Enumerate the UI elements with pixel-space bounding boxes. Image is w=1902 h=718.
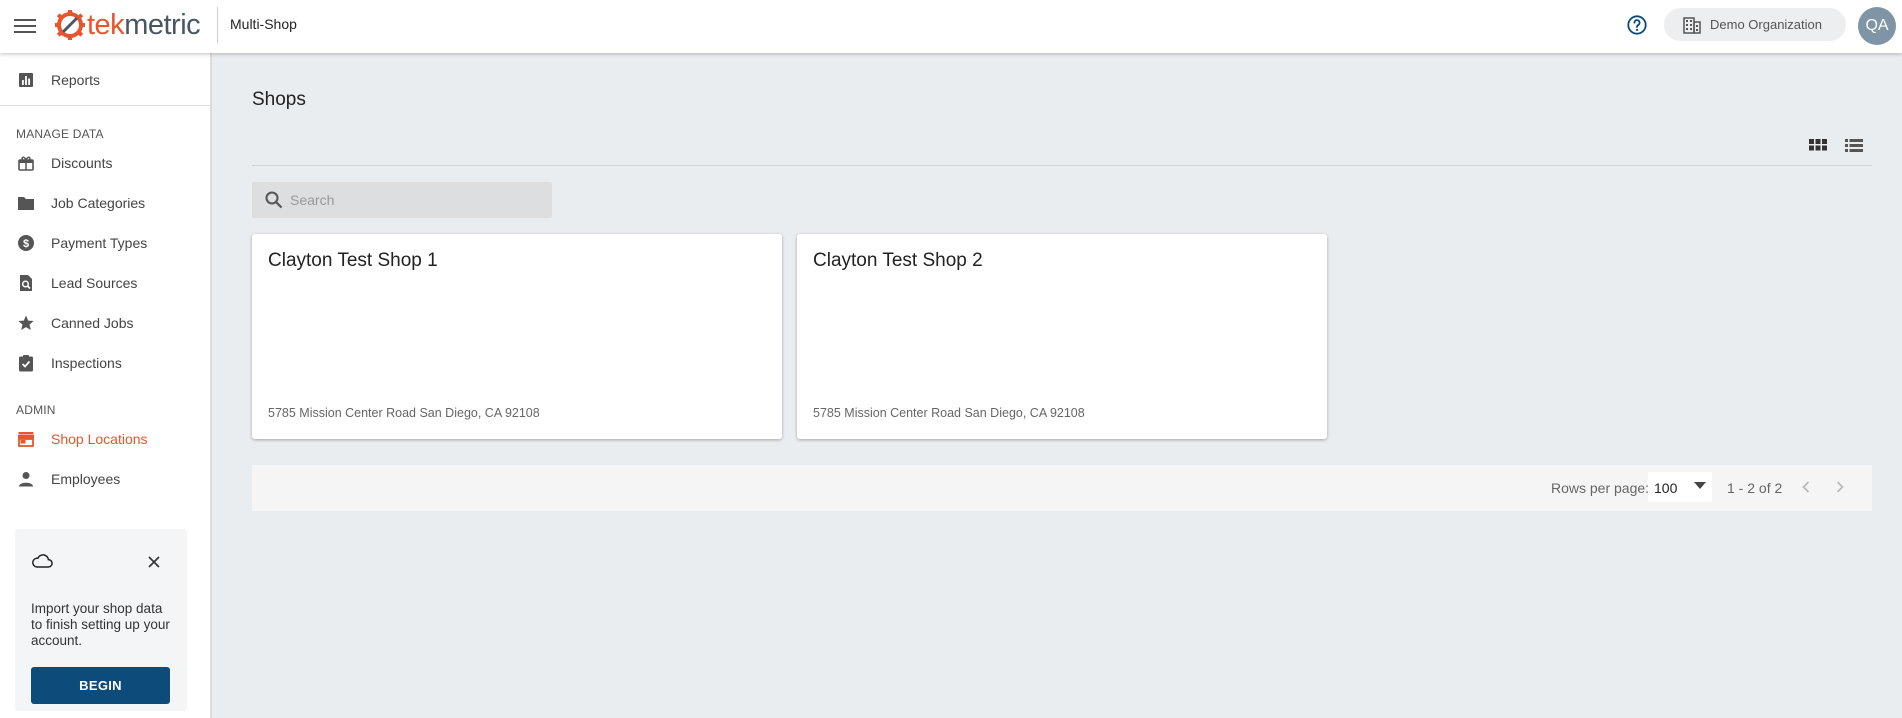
sidebar-item-lead-sources[interactable]: Lead Sources xyxy=(0,267,210,299)
sidebar-item-label: Canned Jobs xyxy=(51,315,134,331)
shop-name: Clayton Test Shop 1 xyxy=(268,250,438,271)
help-circle-icon[interactable] xyxy=(1626,14,1648,36)
sidebar: Reports MANAGE DATA Discounts Job Catego… xyxy=(0,53,212,718)
sidebar-item-label: Discounts xyxy=(51,155,113,171)
shop-name: Clayton Test Shop 2 xyxy=(813,250,983,271)
sidebar-item-shop-locations[interactable]: Shop Locations xyxy=(0,423,210,455)
sidebar-divider xyxy=(0,105,210,106)
organization-name: Demo Organization xyxy=(1710,17,1822,32)
dollar-circle-icon: $ xyxy=(16,233,36,253)
gift-icon xyxy=(16,153,36,173)
sidebar-item-label: Reports xyxy=(51,72,101,88)
sidebar-item-inspections[interactable]: Inspections xyxy=(0,347,210,379)
app-name: Multi-Shop xyxy=(230,16,297,32)
pagination-bar: Rows per page: 100 1 - 2 of 2 xyxy=(252,465,1872,511)
search-input[interactable] xyxy=(290,182,545,218)
logo-text-tek: tek xyxy=(87,8,125,41)
cloud-icon xyxy=(32,554,53,568)
sidebar-item-employees[interactable]: Employees xyxy=(0,463,210,495)
dropdown-arrow-icon xyxy=(1694,482,1706,489)
section-title-manage-data: MANAGE DATA xyxy=(16,127,104,141)
hamburger-menu-icon[interactable] xyxy=(14,15,36,37)
grid-view-icon[interactable] xyxy=(1807,136,1829,156)
sidebar-item-canned-jobs[interactable]: Canned Jobs xyxy=(0,307,210,339)
close-icon[interactable] xyxy=(143,551,165,573)
shop-address: 5785 Mission Center Road San Diego, CA 9… xyxy=(813,406,1085,420)
import-message: Import your shop data to finish setting … xyxy=(31,601,170,648)
sidebar-item-discounts[interactable]: Discounts xyxy=(0,147,210,179)
section-title-admin: ADMIN xyxy=(16,403,56,417)
sidebar-item-reports[interactable]: Reports xyxy=(0,64,210,96)
organization-switcher[interactable]: Demo Organization xyxy=(1664,8,1846,41)
sidebar-item-label: Shop Locations xyxy=(51,431,148,447)
shop-address: 5785 Mission Center Road San Diego, CA 9… xyxy=(268,406,540,420)
sidebar-item-label: Job Categories xyxy=(51,195,146,211)
user-avatar[interactable]: QA xyxy=(1858,7,1896,45)
svg-text:$: $ xyxy=(23,238,29,250)
top-app-bar: tekmetric Multi-Shop Demo Organization Q… xyxy=(0,0,1902,53)
shop-card[interactable]: Clayton Test Shop 1 5785 Mission Center … xyxy=(252,234,782,439)
search-box xyxy=(252,182,552,218)
sidebar-item-job-categories[interactable]: Job Categories xyxy=(0,187,210,219)
folder-icon xyxy=(16,193,36,213)
shop-card[interactable]: Clayton Test Shop 2 5785 Mission Center … xyxy=(797,234,1327,439)
store-icon xyxy=(16,429,36,449)
rows-per-page-label: Rows per page: xyxy=(1551,480,1650,496)
star-icon xyxy=(16,313,36,333)
rows-per-page-select[interactable]: 100 xyxy=(1648,472,1712,502)
tekmetric-logo[interactable]: tekmetric xyxy=(54,8,201,42)
sidebar-item-label: Inspections xyxy=(51,355,122,371)
sidebar-item-payment-types[interactable]: $ Payment Types xyxy=(0,227,210,259)
logo-text-metric: metric xyxy=(124,8,201,41)
building-icon xyxy=(1683,16,1701,34)
list-view-icon[interactable] xyxy=(1843,136,1865,156)
chevron-left-icon[interactable] xyxy=(1796,477,1816,497)
begin-button[interactable]: BEGIN xyxy=(31,667,170,704)
gear-logo-icon xyxy=(55,10,85,40)
sidebar-item-label: Payment Types xyxy=(51,235,148,251)
header-divider xyxy=(217,7,218,43)
search-document-icon xyxy=(16,273,36,293)
page-title: Shops xyxy=(252,89,306,110)
chevron-right-icon[interactable] xyxy=(1830,477,1850,497)
rows-per-page-value: 100 xyxy=(1654,480,1678,496)
bar-chart-icon xyxy=(16,70,36,90)
import-data-card: Import your shop data to finish setting … xyxy=(15,529,187,711)
pagination-range: 1 - 2 of 2 xyxy=(1727,480,1783,496)
sidebar-item-label: Lead Sources xyxy=(51,275,138,291)
search-icon xyxy=(265,191,283,209)
person-icon xyxy=(16,469,36,489)
sidebar-item-label: Employees xyxy=(51,471,121,487)
content-divider xyxy=(252,165,1872,166)
clipboard-check-icon xyxy=(16,353,36,373)
